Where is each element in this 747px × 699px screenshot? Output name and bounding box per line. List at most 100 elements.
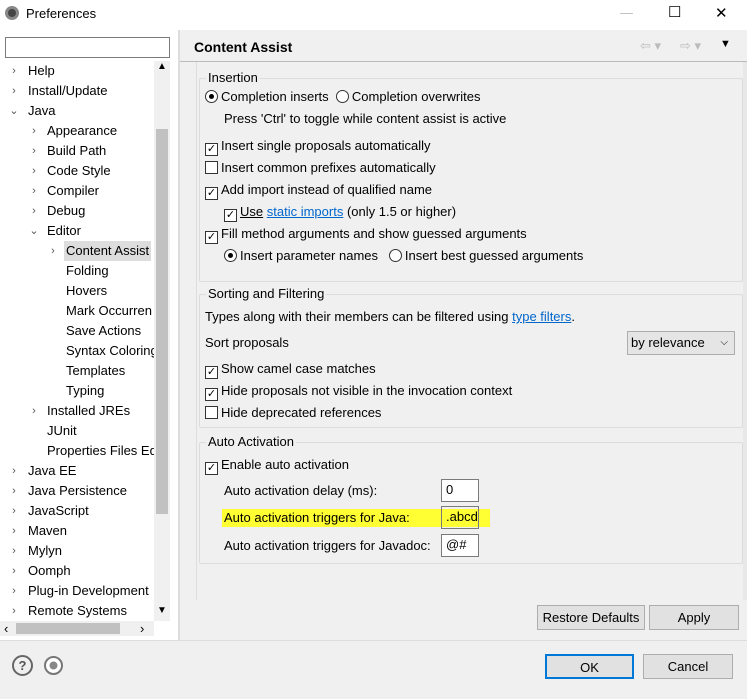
chevron-right-icon[interactable]: › xyxy=(7,581,21,601)
sort-proposals-label: Sort proposals xyxy=(205,335,289,350)
chevron-right-icon[interactable]: › xyxy=(27,181,41,201)
tree-item[interactable]: Hovers xyxy=(0,281,154,301)
close-button[interactable]: ✕ xyxy=(715,4,728,22)
tree-item[interactable]: › Plug-in Development xyxy=(0,581,154,601)
tree-item[interactable]: Templates xyxy=(0,361,154,381)
use-static-imports-checkbox[interactable]: ✓ Use static imports (only 1.5 or higher) xyxy=(224,202,456,222)
tree-item[interactable]: › Install/Update xyxy=(0,81,154,101)
scroll-down-icon[interactable]: ▼ xyxy=(157,605,167,616)
sort-proposals-select[interactable]: by relevance ⌵ xyxy=(627,331,735,355)
scrollbar-thumb[interactable] xyxy=(156,129,168,514)
tree-item[interactable]: Properties Files Ed xyxy=(0,441,154,461)
tree-item[interactable]: › Remote Systems xyxy=(0,601,154,621)
view-menu-icon[interactable]: ▼ xyxy=(720,38,731,50)
tree-item[interactable]: Mark Occurren xyxy=(0,301,154,321)
chevron-down-icon: ⌵ xyxy=(720,337,728,348)
chevron-down-icon[interactable]: ⌄ xyxy=(7,101,21,121)
delay-input[interactable]: 0 xyxy=(441,479,479,502)
tree-item[interactable]: › Java Persistence xyxy=(0,481,154,501)
back-icon[interactable]: ⇦ ▾ xyxy=(640,38,661,54)
chevron-right-icon[interactable]: › xyxy=(7,561,21,581)
tree-item[interactable]: JUnit xyxy=(0,421,154,441)
scroll-up-icon[interactable]: ▲ xyxy=(157,61,167,72)
chevron-right-icon[interactable]: › xyxy=(7,461,21,481)
hide-deprecated-checkbox[interactable]: Hide deprecated references xyxy=(205,403,381,423)
type-filters-link[interactable]: type filters xyxy=(512,309,571,324)
tree-item[interactable]: › Content Assist xyxy=(0,241,154,261)
help-icon[interactable]: ? xyxy=(12,655,33,676)
sash[interactable] xyxy=(178,30,180,640)
insert-param-names-radio[interactable]: Insert parameter names xyxy=(224,248,378,263)
tree-item[interactable]: › Mylyn xyxy=(0,541,154,561)
hscroll-thumb[interactable] xyxy=(16,623,120,634)
restore-defaults-button[interactable]: Restore Defaults xyxy=(537,605,645,630)
tree-item[interactable]: Syntax Coloring xyxy=(0,341,154,361)
chevron-right-icon[interactable]: › xyxy=(7,81,21,101)
tree-item-label: Java EE xyxy=(28,463,77,478)
chevron-right-icon[interactable]: › xyxy=(7,501,21,521)
apply-button[interactable]: Apply xyxy=(649,605,739,630)
tree-item[interactable]: › Code Style xyxy=(0,161,154,181)
chevron-right-icon[interactable]: › xyxy=(27,401,41,421)
tree-vertical-scrollbar[interactable]: ▲ ▼ xyxy=(154,61,170,621)
chevron-right-icon[interactable]: › xyxy=(27,141,41,161)
tree-item[interactable]: › Oomph xyxy=(0,561,154,581)
camel-case-checkbox[interactable]: ✓ Show camel case matches xyxy=(205,359,376,379)
java-triggers-input[interactable]: .abcd xyxy=(441,506,479,529)
insert-common-checkbox[interactable]: Insert common prefixes automatically xyxy=(205,158,436,178)
insert-single-checkbox[interactable]: ✓ Insert single proposals automatically xyxy=(205,136,431,156)
tree-horizontal-scrollbar[interactable]: ‹ › xyxy=(0,621,154,636)
scroll-left-icon[interactable]: ‹ xyxy=(4,621,8,636)
chevron-down-icon[interactable]: ⌄ xyxy=(27,221,41,241)
tree-item[interactable]: ⌄ Java xyxy=(0,101,154,121)
tree-item[interactable]: › JavaScript xyxy=(0,501,154,521)
minimize-button[interactable]: — xyxy=(620,5,633,20)
tree-item[interactable]: › Build Path xyxy=(0,141,154,161)
cancel-button[interactable]: Cancel xyxy=(643,654,733,679)
chevron-right-icon[interactable]: › xyxy=(27,121,41,141)
static-imports-link[interactable]: static imports xyxy=(267,204,344,219)
add-import-checkbox[interactable]: ✓ Add import instead of qualified name xyxy=(205,180,432,200)
tree-item[interactable]: › Installed JREs xyxy=(0,401,154,421)
enable-auto-activation-checkbox[interactable]: ✓ Enable auto activation xyxy=(205,455,349,475)
java-triggers-label: Auto activation triggers for Java: xyxy=(224,510,410,525)
title-bar: Preferences — ☐ ✕ xyxy=(0,0,747,30)
insert-best-radio[interactable]: Insert best guessed arguments xyxy=(388,248,583,263)
tree-item[interactable]: › Appearance xyxy=(0,121,154,141)
tree-item[interactable]: › Maven xyxy=(0,521,154,541)
window-title: Preferences xyxy=(26,6,97,21)
tree-item-label: Java xyxy=(28,103,56,118)
tree-item-label: Save Actions xyxy=(66,323,142,338)
filter-input[interactable] xyxy=(5,37,170,58)
ok-button[interactable]: OK xyxy=(545,654,634,679)
javadoc-triggers-input[interactable]: @# xyxy=(441,534,479,557)
chevron-right-icon[interactable]: › xyxy=(7,521,21,541)
maximize-button[interactable]: ☐ xyxy=(668,3,681,21)
forward-icon[interactable]: ⇨ ▾ xyxy=(680,38,701,54)
tree-item[interactable]: ⌄ Editor xyxy=(0,221,154,241)
tree-item-label: Content Assist xyxy=(64,241,152,261)
chevron-right-icon[interactable]: › xyxy=(27,201,41,221)
fill-args-checkbox[interactable]: ✓ Fill method arguments and show guessed … xyxy=(205,224,527,244)
tree-item[interactable]: Typing xyxy=(0,381,154,401)
tree-item[interactable]: Save Actions xyxy=(0,321,154,341)
tree-item[interactable]: › Compiler xyxy=(0,181,154,201)
tree-item[interactable]: › Help xyxy=(0,61,154,81)
hide-not-visible-checkbox[interactable]: ✓ Hide proposals not visible in the invoc… xyxy=(205,381,512,401)
tree-item[interactable]: › Debug xyxy=(0,201,154,221)
completion-inserts-radio[interactable]: Completion inserts xyxy=(205,89,329,104)
import-export-icon[interactable] xyxy=(44,656,63,675)
chevron-right-icon[interactable]: › xyxy=(7,481,21,501)
completion-overwrites-radio[interactable]: Completion overwrites xyxy=(335,89,481,104)
chevron-right-icon[interactable]: › xyxy=(46,241,60,261)
tree-item-label: Remote Systems xyxy=(28,603,127,618)
chevron-right-icon[interactable]: › xyxy=(7,541,21,561)
scroll-right-icon[interactable]: › xyxy=(140,621,144,636)
page-vertical-scrollbar[interactable] xyxy=(743,62,747,600)
chevron-right-icon[interactable]: › xyxy=(7,601,21,621)
chevron-right-icon[interactable]: › xyxy=(27,161,41,181)
tree-item-label: Build Path xyxy=(47,143,107,158)
tree-item[interactable]: Folding xyxy=(0,261,154,281)
tree-item[interactable]: › Java EE xyxy=(0,461,154,481)
chevron-right-icon[interactable]: › xyxy=(7,61,21,81)
